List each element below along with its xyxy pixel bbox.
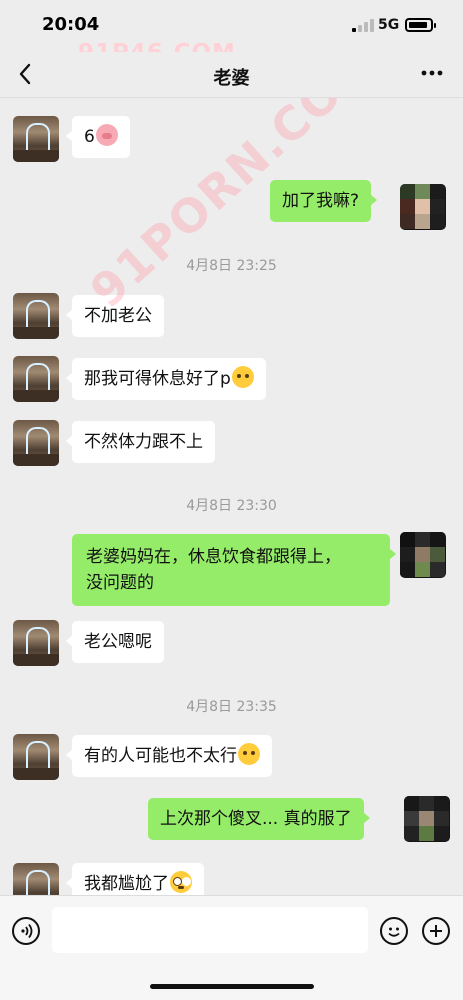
message-text: 老公嗯呢 <box>84 632 152 652</box>
pig-face-emoji-icon <box>95 124 118 146</box>
message-text: 不然体力跟不上 <box>84 432 203 452</box>
contact-avatar[interactable] <box>13 293 59 339</box>
thinking-face-emoji-icon <box>238 743 260 765</box>
contact-avatar[interactable] <box>13 356 59 402</box>
plus-icon <box>430 925 442 937</box>
message-bubble-received[interactable]: 有的人可能也不太行 <box>66 735 272 777</box>
message-bubble-received[interactable]: 那我可得休息好了p <box>66 358 266 400</box>
message-text-line: 老婆妈妈在，休息饮食都跟得上， <box>86 547 341 567</box>
my-avatar[interactable] <box>404 796 450 842</box>
contact-avatar[interactable] <box>13 620 59 666</box>
message-list[interactable]: 6 加了我嘛? 4月8日 23:25 不加老公 那我可得休息好了p 不然体力跟不… <box>0 98 463 895</box>
timestamp: 4月8日 23:30 <box>186 498 277 514</box>
contact-avatar[interactable] <box>13 116 59 162</box>
message-text: 6 <box>84 127 95 147</box>
battery-icon <box>405 18 436 32</box>
message-bubble-sent[interactable]: 老婆妈妈在，休息饮食都跟得上， 没问题的 <box>72 534 396 606</box>
flushed-face-emoji-icon <box>170 871 192 893</box>
message-text: 不加老公 <box>84 306 152 326</box>
message-bubble-received[interactable]: 不然体力跟不上 <box>66 421 215 463</box>
timestamp: 4月8日 23:35 <box>186 699 277 715</box>
chat-title: 老婆 <box>213 68 250 89</box>
message-bubble-received[interactable]: 不加老公 <box>66 295 164 337</box>
message-text: 那我可得休息好了p <box>84 369 231 389</box>
message-bubble-sent[interactable]: 上次那个傻叉... 真的服了 <box>148 798 370 840</box>
contact-avatar[interactable] <box>13 863 59 895</box>
message-bubble-received[interactable]: 老公嗯呢 <box>66 621 164 663</box>
face-emoji-icon <box>231 366 254 388</box>
message-text: 加了我嘛? <box>282 191 360 211</box>
message-text: 有的人可能也不太行 <box>84 746 237 766</box>
more-button[interactable] <box>419 62 445 84</box>
signal-icon <box>352 18 374 32</box>
nav-bar: 老婆 <box>0 52 463 98</box>
message-bubble-received[interactable]: 6 <box>66 116 130 158</box>
message-input[interactable] <box>52 907 368 953</box>
my-avatar[interactable] <box>400 184 446 230</box>
smiley-icon <box>388 927 400 937</box>
message-bubble-received[interactable]: 我都尴尬了 <box>66 863 204 895</box>
home-indicator[interactable] <box>150 984 314 989</box>
my-avatar[interactable] <box>400 532 446 578</box>
network-label: 5G <box>378 17 400 33</box>
contact-avatar[interactable] <box>13 734 59 780</box>
message-text-line: 没问题的 <box>86 573 154 593</box>
message-bubble-sent[interactable]: 加了我嘛? <box>270 180 378 222</box>
voice-icon <box>21 923 33 939</box>
more-dots-icon <box>421 70 443 76</box>
voice-input-button[interactable] <box>12 917 40 945</box>
message-text: 我都尴尬了 <box>84 874 169 894</box>
contact-avatar[interactable] <box>13 420 59 466</box>
more-actions-button[interactable] <box>422 917 450 945</box>
status-time: 20:04 <box>42 14 100 35</box>
timestamp: 4月8日 23:25 <box>186 258 277 274</box>
emoji-button[interactable] <box>380 917 408 945</box>
message-text: 上次那个傻叉... 真的服了 <box>160 809 352 829</box>
